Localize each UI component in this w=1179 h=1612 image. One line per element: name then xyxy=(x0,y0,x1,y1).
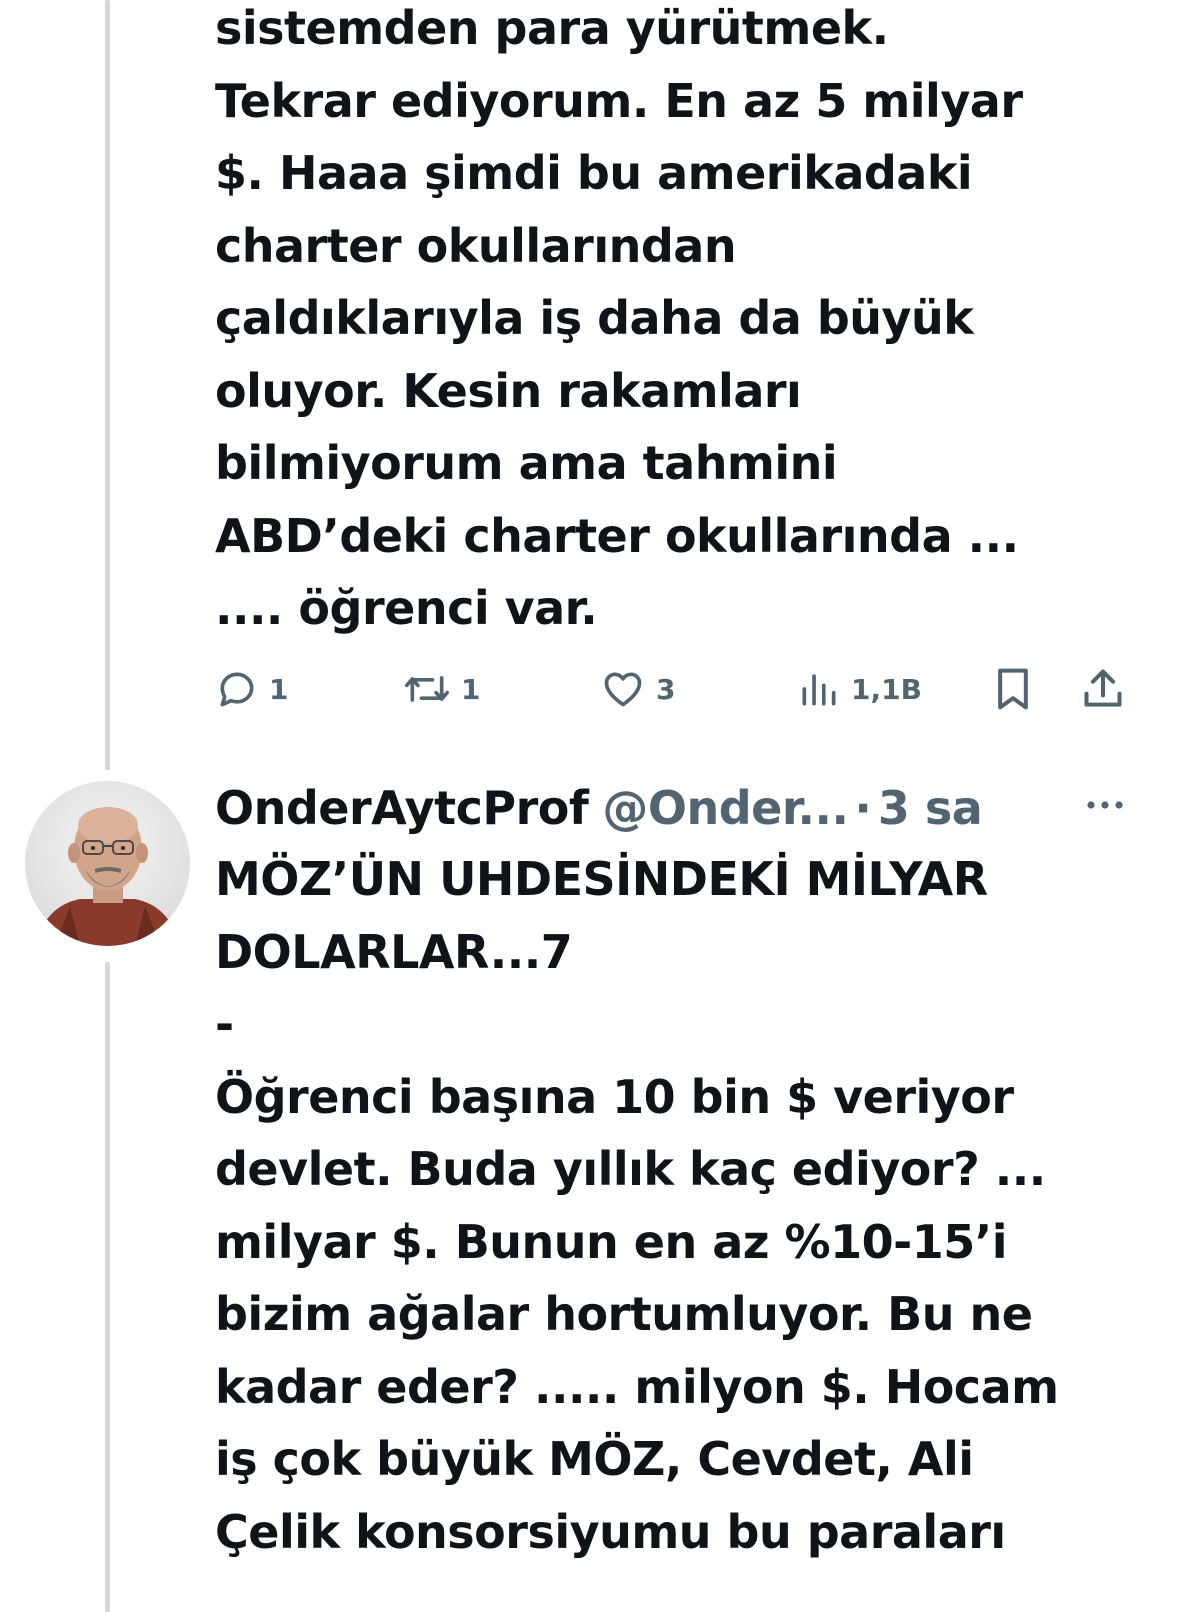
tweet-text-line: charter okullarından xyxy=(215,218,737,273)
tweet-text-line: MÖZ’ÜN UHDESİNDEKİ MİLYAR xyxy=(215,852,988,906)
retweet-icon xyxy=(403,667,451,711)
tweet-text-line: sistemden para yürütmek. xyxy=(215,1,889,55)
tweet-text-line: kadar eder? ..... milyon $. Hocam xyxy=(215,1359,1059,1414)
share-icon xyxy=(1081,666,1125,712)
author-name[interactable]: OnderAytcProf xyxy=(215,781,589,835)
heart-icon xyxy=(600,667,646,711)
thread-connector-line xyxy=(105,962,110,1612)
tweet-header: OnderAytcProf @Onder... · 3 sa xyxy=(215,778,983,838)
tweet-text-line: ABD’deki charter okullarında ... xyxy=(215,508,1019,563)
tweet-text-line: iş çok büyük MÖZ, Cevdet, Ali xyxy=(215,1432,974,1486)
tweet-text-line: bizim ağalar hortumluyor. Bu ne xyxy=(215,1287,1033,1341)
tweet-text-line: bilmiyorum ama tahmini xyxy=(215,436,838,490)
tweet-text-line: $. Haaa şimdi bu amerikadaki xyxy=(215,146,973,200)
author-handle[interactable]: @Onder... xyxy=(602,781,849,835)
tweet-text: MÖZ’ÜN UHDESİNDEKİ MİLYAR DOLARLAR...7 -… xyxy=(215,843,1115,1568)
timestamp[interactable]: 3 sa xyxy=(878,781,983,835)
thread-connector-line xyxy=(105,0,110,770)
avatar[interactable] xyxy=(25,781,190,946)
reply-icon xyxy=(215,667,259,711)
tweet-text-line: Öğrenci başına 10 bin $ veriyor xyxy=(215,1069,1014,1124)
share-button[interactable] xyxy=(1081,664,1125,714)
tweet-text-line: milyar $. Bunun en az %10-15’i xyxy=(215,1214,1008,1269)
tweet-text-line: DOLARLAR...7 xyxy=(215,924,573,979)
bookmark-icon xyxy=(991,665,1035,713)
tweet-text-line: oluyor. Kesin rakamları xyxy=(215,363,802,418)
reply-button[interactable]: 1 xyxy=(215,664,288,714)
views-count: 1,1B xyxy=(851,672,922,706)
avatar-photo xyxy=(25,781,190,946)
tweet-text-line: devlet. Buda yıllık kaç ediyor? ... xyxy=(215,1142,1046,1196)
more-icon xyxy=(1080,801,1130,824)
views-icon xyxy=(797,667,841,711)
separator-dot: · xyxy=(854,781,872,835)
tweet-action-bar: 1 1 3 1,1B xyxy=(215,664,1135,714)
retweet-count: 1 xyxy=(461,672,481,706)
views-button[interactable]: 1,1B xyxy=(797,664,922,714)
more-options-button[interactable] xyxy=(1080,790,1130,820)
tweet-text-line: - xyxy=(215,997,234,1051)
retweet-button[interactable]: 1 xyxy=(403,664,480,714)
tweet-text-line: .... öğrenci var. xyxy=(215,581,598,635)
tweet-text-line: Çelik konsorsiyumu bu paraları xyxy=(215,1504,1006,1559)
tweet-text-line: çaldıklarıyla iş daha da büyük xyxy=(215,291,974,345)
tweet-text: sistemden para yürütmek. Tekrar ediyorum… xyxy=(215,0,1115,645)
reply-count: 1 xyxy=(269,672,289,706)
tweet-text-line: Tekrar ediyorum. En az 5 milyar xyxy=(215,73,1023,128)
like-button[interactable]: 3 xyxy=(600,664,675,714)
bookmark-button[interactable] xyxy=(991,664,1035,714)
like-count: 3 xyxy=(656,672,676,706)
